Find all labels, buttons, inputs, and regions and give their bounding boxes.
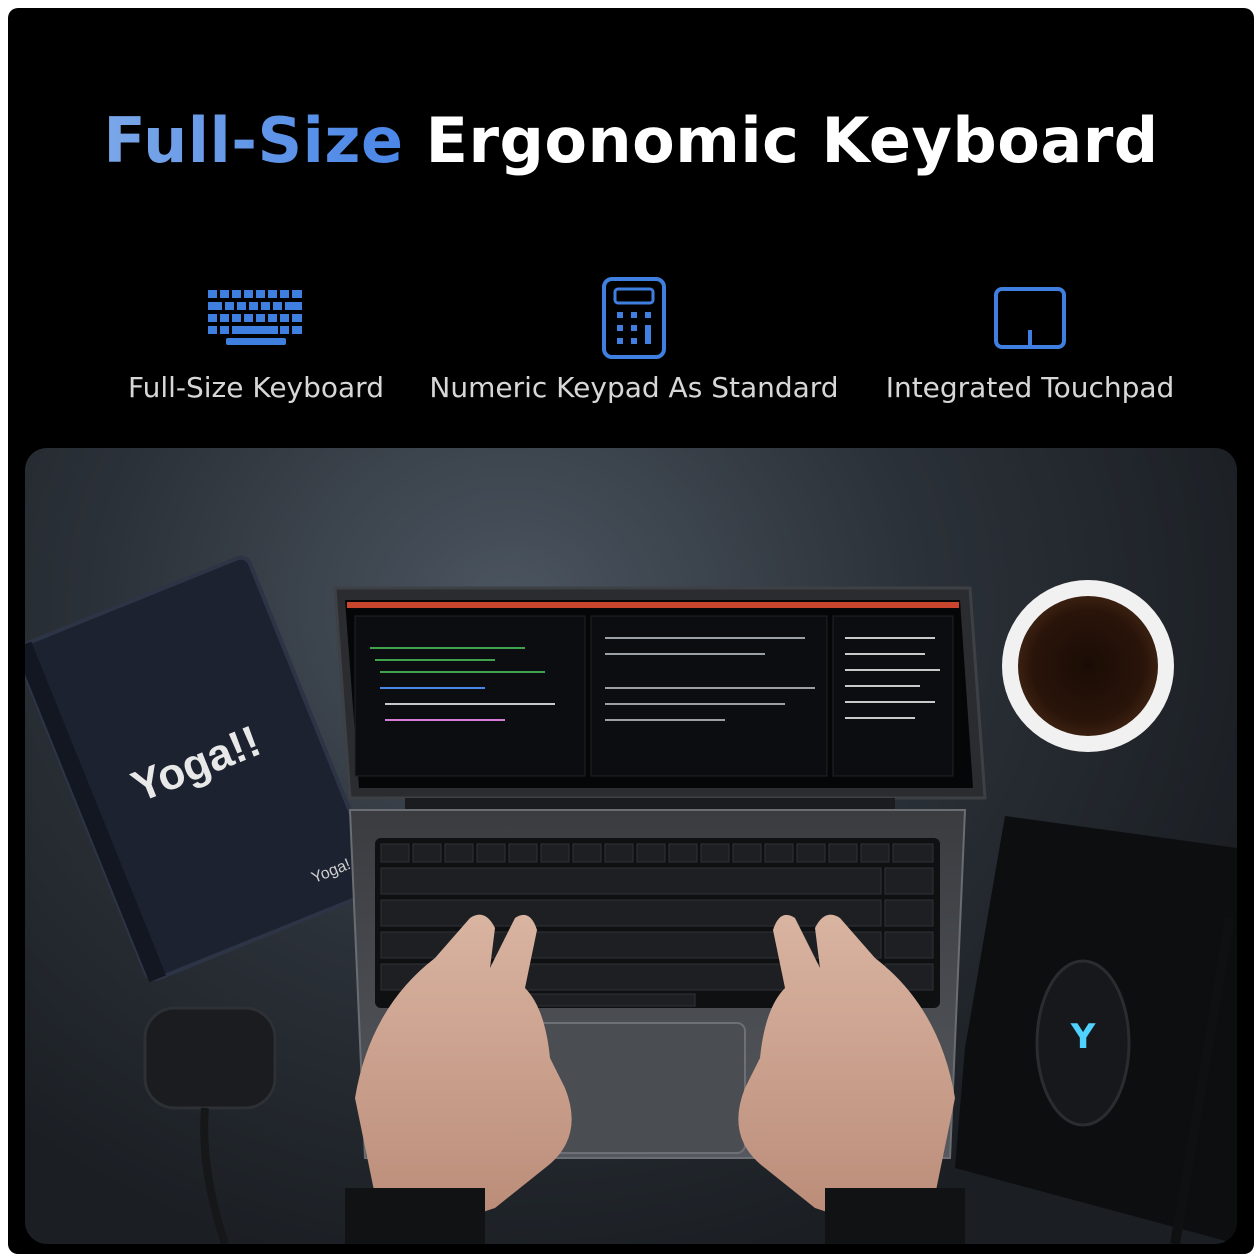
feature-label: Full-Size Keyboard (128, 371, 384, 404)
feature-full-size-keyboard: Full-Size Keyboard (46, 273, 466, 404)
feature-numeric-keypad: Numeric Keypad As Standard (424, 273, 844, 404)
promo-panel: Full-Size Ergonomic Keyboard Full-Size K… (8, 8, 1254, 1254)
notebook: Yoga!! Yoga! (25, 555, 381, 983)
feature-label: Numeric Keypad As Standard (429, 371, 839, 404)
keyboard-icon (208, 290, 302, 345)
product-photo: Yoga!! Yoga! Y (25, 448, 1237, 1244)
calculator-icon (602, 277, 666, 359)
title-accent: Full-Size (103, 104, 404, 177)
laptop-scene: Yoga!! Yoga! Y (25, 555, 1237, 1244)
feature-label: Integrated Touchpad (885, 371, 1175, 404)
mouse-pad: Y (955, 816, 1237, 1244)
touchpad-icon (994, 287, 1066, 349)
page-title: Full-Size Ergonomic Keyboard (8, 104, 1254, 177)
feature-integrated-touchpad: Integrated Touchpad (820, 273, 1240, 404)
earbud-case (143, 1006, 277, 1244)
mouse-logo-icon: Y (1070, 1017, 1096, 1057)
coffee-cup (1002, 580, 1174, 752)
title-rest: Ergonomic Keyboard (425, 104, 1159, 177)
